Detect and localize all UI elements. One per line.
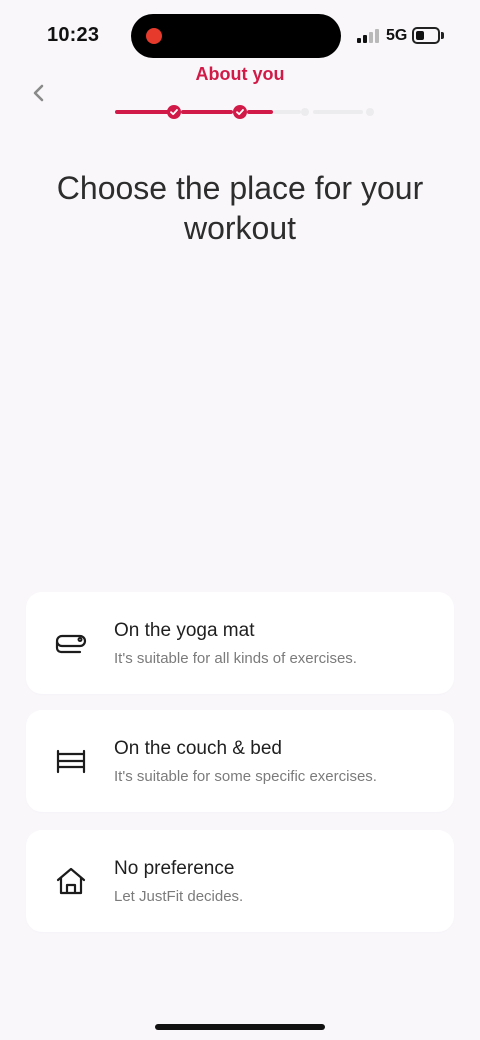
yoga-mat-icon	[55, 634, 87, 654]
option-couch-bed[interactable]: On the couch & bed It's suitable for som…	[26, 710, 454, 812]
option-description: It's suitable for all kinds of exercises…	[114, 650, 357, 667]
onboarding-progress	[115, 104, 375, 120]
header-title: About you	[195, 64, 285, 84]
option-no-preference[interactable]: No preference Let JustFit decides.	[26, 830, 454, 932]
cellular-signal-icon	[357, 29, 379, 43]
step-pending-icon	[301, 108, 309, 116]
status-bar: 10:23 5G	[0, 0, 480, 70]
status-time: 10:23	[47, 24, 100, 46]
option-yoga-mat[interactable]: On the yoga mat It's suitable for all ki…	[26, 592, 454, 694]
home-indicator[interactable]	[155, 1024, 325, 1030]
option-title: On the couch & bed	[114, 738, 282, 759]
battery-icon	[412, 27, 440, 44]
option-description: It's suitable for some specific exercise…	[114, 768, 377, 785]
option-title: On the yoga mat	[114, 620, 255, 641]
page-title: Choose the place for your workout	[56, 170, 424, 246]
bed-icon	[56, 749, 86, 774]
dynamic-island	[131, 14, 341, 58]
option-title: No preference	[114, 858, 235, 879]
step-complete-icon	[233, 105, 247, 119]
recording-indicator-icon	[146, 28, 162, 44]
home-icon	[56, 867, 86, 895]
step-complete-icon	[167, 105, 181, 119]
option-description: Let JustFit decides.	[114, 888, 244, 905]
step-pending-icon	[366, 108, 374, 116]
network-type: 5G	[386, 27, 408, 44]
